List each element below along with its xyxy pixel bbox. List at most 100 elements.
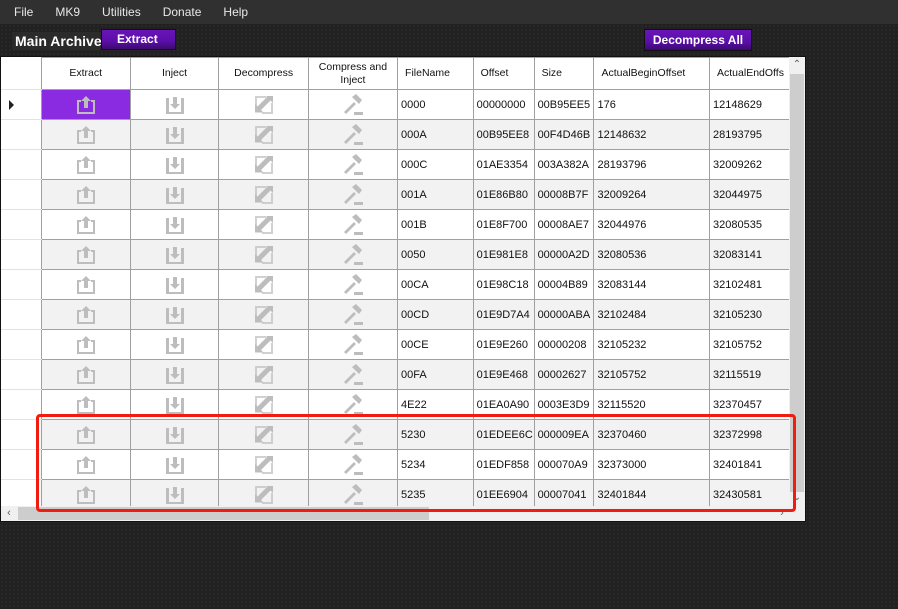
compress-inject-cell-button[interactable] [307, 419, 399, 450]
decompress-cell-button[interactable] [218, 299, 309, 330]
extract-cell-button[interactable] [40, 149, 131, 180]
offset-cell[interactable]: 01EA0A90 [472, 389, 535, 420]
actual-end-offset-cell[interactable]: 28193795 [709, 119, 790, 150]
offset-cell[interactable]: 01E9D7A4 [472, 299, 535, 330]
row-header[interactable] [1, 89, 42, 120]
compress-inject-cell-button[interactable] [307, 269, 399, 300]
menu-file[interactable]: File [0, 0, 42, 24]
size-cell[interactable]: 00008B7F [533, 179, 595, 210]
filename-cell[interactable]: 0050 [397, 239, 474, 270]
menu-donate[interactable]: Donate [150, 0, 211, 24]
table-row[interactable]: 5235 01EE6904 00007041 32401844 32430581 [1, 479, 790, 506]
table-row[interactable]: 001A 01E86B80 00008B7F 32009264 32044975 [1, 179, 790, 210]
inject-cell-button[interactable] [129, 209, 220, 240]
compress-inject-cell-button[interactable] [307, 479, 399, 506]
row-header[interactable] [1, 149, 42, 180]
inject-cell-button[interactable] [129, 479, 220, 506]
decompress-cell-button[interactable] [218, 89, 309, 120]
table-row[interactable]: 00CE 01E9E260 00000208 32105232 32105752 [1, 329, 790, 360]
row-header[interactable] [1, 239, 42, 270]
actual-begin-offset-cell[interactable]: 32115520 [593, 389, 711, 420]
actual-end-offset-cell[interactable]: 12148629 [709, 89, 790, 120]
actual-begin-offset-cell[interactable]: 32044976 [593, 209, 711, 240]
actual-begin-offset-cell[interactable]: 32401844 [593, 479, 711, 506]
table-row[interactable]: 00FA 01E9E468 00002627 32105752 32115519 [1, 359, 790, 390]
decompress-cell-button[interactable] [218, 329, 309, 360]
horizontal-scroll-thumb[interactable] [18, 507, 429, 520]
compress-inject-cell-button[interactable] [307, 359, 399, 390]
size-cell[interactable]: 003A382A [533, 149, 595, 180]
actual-end-offset-cell[interactable]: 32370457 [709, 389, 790, 420]
filename-cell[interactable]: 4E22 [397, 389, 474, 420]
row-header[interactable] [1, 419, 42, 450]
column-header-actual-end-offset[interactable]: ActualEndOffs [709, 57, 790, 90]
compress-inject-cell-button[interactable] [307, 209, 399, 240]
table-row[interactable]: 5234 01EDF858 000070A9 32373000 32401841 [1, 449, 790, 480]
decompress-all-button[interactable]: Decompress All [644, 29, 752, 51]
column-header-inject[interactable]: Inject [129, 57, 220, 90]
row-header[interactable] [1, 209, 42, 240]
extract-cell-button[interactable] [40, 119, 131, 150]
column-header-size[interactable]: Size [533, 57, 595, 90]
extract-cell-button[interactable] [40, 479, 131, 506]
filename-cell[interactable]: 5235 [397, 479, 474, 506]
size-cell[interactable]: 00F4D46B [533, 119, 595, 150]
inject-cell-button[interactable] [129, 119, 220, 150]
row-header[interactable] [1, 119, 42, 150]
inject-cell-button[interactable] [129, 449, 220, 480]
table-row[interactable]: 000A 00B95EE8 00F4D46B 12148632 28193795 [1, 119, 790, 150]
row-header[interactable] [1, 299, 42, 330]
offset-cell[interactable]: 01E9E468 [472, 359, 535, 390]
menu-mk9[interactable]: MK9 [42, 0, 89, 24]
offset-cell[interactable]: 01E98C18 [472, 269, 535, 300]
inject-cell-button[interactable] [129, 269, 220, 300]
row-header[interactable] [1, 179, 42, 210]
decompress-cell-button[interactable] [218, 239, 309, 270]
actual-end-offset-cell[interactable]: 32044975 [709, 179, 790, 210]
filename-cell[interactable]: 001B [397, 209, 474, 240]
size-cell[interactable]: 000009EA [533, 419, 595, 450]
actual-begin-offset-cell[interactable]: 32370460 [593, 419, 711, 450]
column-header-offset[interactable]: Offset [472, 57, 535, 90]
actual-begin-offset-cell[interactable]: 32080536 [593, 239, 711, 270]
table-row[interactable]: 0050 01E981E8 00000A2D 32080536 32083141 [1, 239, 790, 270]
compress-inject-cell-button[interactable] [307, 179, 399, 210]
actual-end-offset-cell[interactable]: 32401841 [709, 449, 790, 480]
actual-end-offset-cell[interactable]: 32115519 [709, 359, 790, 390]
table-row[interactable]: 0000 00000000 00B95EE5 176 12148629 [1, 89, 790, 120]
scroll-up-icon[interactable]: ⌃ [789, 57, 805, 73]
compress-inject-cell-button[interactable] [307, 149, 399, 180]
decompress-cell-button[interactable] [218, 209, 309, 240]
row-header[interactable] [1, 389, 42, 420]
actual-begin-offset-cell[interactable]: 176 [593, 89, 711, 120]
filename-cell[interactable]: 00CD [397, 299, 474, 330]
size-cell[interactable]: 00000ABA [533, 299, 595, 330]
inject-cell-button[interactable] [129, 299, 220, 330]
compress-inject-cell-button[interactable] [307, 389, 399, 420]
size-cell[interactable]: 00002627 [533, 359, 595, 390]
compress-inject-cell-button[interactable] [307, 119, 399, 150]
actual-begin-offset-cell[interactable]: 32373000 [593, 449, 711, 480]
extract-cell-button[interactable] [40, 329, 131, 360]
column-header-filename[interactable]: FileName [397, 57, 474, 90]
offset-cell[interactable]: 01E981E8 [472, 239, 535, 270]
filename-cell[interactable]: 5234 [397, 449, 474, 480]
vertical-scroll-thumb[interactable] [790, 74, 804, 492]
scroll-down-icon[interactable]: ⌄ [789, 490, 805, 506]
extract-cell-button[interactable] [40, 209, 131, 240]
actual-end-offset-cell[interactable]: 32083141 [709, 239, 790, 270]
table-row[interactable]: 00CA 01E98C18 00004B89 32083144 32102481 [1, 269, 790, 300]
extract-cell-button[interactable] [40, 299, 131, 330]
row-header[interactable] [1, 449, 42, 480]
extract-button[interactable]: Extract [101, 29, 176, 50]
compress-inject-cell-button[interactable] [307, 89, 399, 120]
compress-inject-cell-button[interactable] [307, 239, 399, 270]
offset-cell[interactable]: 01AE3354 [472, 149, 535, 180]
inject-cell-button[interactable] [129, 419, 220, 450]
offset-cell[interactable]: 01E8F700 [472, 209, 535, 240]
actual-end-offset-cell[interactable]: 32372998 [709, 419, 790, 450]
row-header[interactable] [1, 359, 42, 390]
actual-begin-offset-cell[interactable]: 32105232 [593, 329, 711, 360]
filename-cell[interactable]: 00FA [397, 359, 474, 390]
size-cell[interactable]: 00B95EE5 [533, 89, 595, 120]
